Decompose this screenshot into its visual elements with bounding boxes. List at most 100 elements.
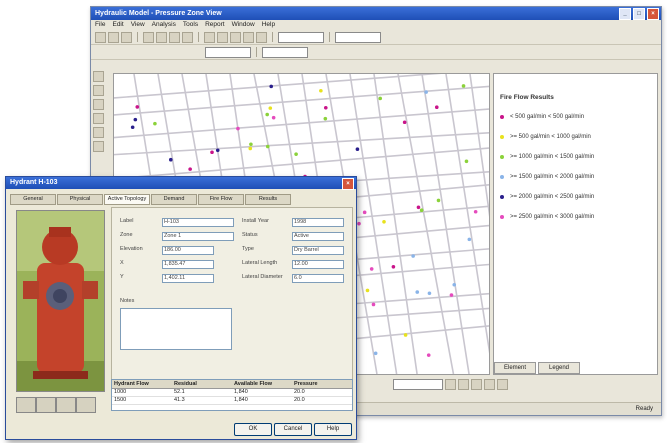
junction-node[interactable] — [378, 96, 383, 101]
junction-node[interactable] — [294, 152, 298, 156]
menu-report[interactable]: Report — [205, 20, 225, 30]
junction-node[interactable] — [248, 146, 253, 151]
junction-node[interactable] — [215, 148, 220, 153]
junction-node[interactable] — [133, 117, 138, 122]
junction-node[interactable] — [268, 106, 273, 110]
junction-node[interactable] — [365, 288, 370, 293]
junction-node[interactable] — [271, 115, 276, 120]
photo-add-button[interactable] — [56, 397, 76, 413]
zoom-in-icon[interactable] — [204, 31, 215, 43]
tab-general[interactable]: General — [10, 194, 56, 205]
junction-node[interactable] — [391, 264, 396, 269]
new-icon[interactable] — [95, 31, 106, 43]
junction-node[interactable] — [369, 267, 374, 271]
junction-node[interactable] — [419, 208, 424, 213]
layer-combo[interactable] — [335, 31, 381, 43]
junction-node[interactable] — [135, 105, 140, 109]
junction-node[interactable] — [464, 159, 469, 164]
cancel-button[interactable]: Cancel — [274, 423, 312, 436]
measure-icon[interactable] — [458, 378, 469, 390]
junction-node[interactable] — [362, 210, 367, 215]
junction-node[interactable] — [426, 353, 431, 357]
pipe-segment[interactable] — [114, 85, 489, 116]
table-row[interactable]: 1500 41.3 1,840 20.0 — [112, 397, 352, 405]
tab-demand[interactable]: Demand — [151, 194, 197, 205]
junction-node[interactable] — [402, 120, 407, 125]
scale-field[interactable] — [393, 378, 443, 390]
undo-icon[interactable] — [182, 31, 193, 43]
photo-remove-button[interactable] — [76, 397, 96, 413]
tab-element[interactable]: Element — [494, 362, 536, 374]
menu-edit[interactable]: Edit — [112, 20, 123, 30]
save-icon[interactable] — [121, 31, 132, 43]
pipe-segment[interactable] — [373, 74, 418, 374]
junction-node[interactable] — [373, 351, 378, 356]
time-combo[interactable] — [262, 46, 308, 58]
junction-node[interactable] — [319, 88, 323, 93]
scenario-combo[interactable] — [278, 31, 324, 43]
junction-node[interactable] — [382, 219, 386, 224]
junction-node[interactable] — [416, 205, 421, 210]
close-icon[interactable]: × — [647, 8, 659, 20]
tab-legend[interactable]: Legend — [538, 362, 580, 374]
print-icon[interactable] — [484, 378, 495, 390]
junction-node[interactable] — [153, 121, 157, 126]
select-icon[interactable] — [93, 71, 104, 82]
junction-node[interactable] — [411, 254, 415, 258]
junction-node[interactable] — [403, 333, 408, 337]
tab-active-topology[interactable]: Active Topology — [104, 194, 150, 205]
compute-icon[interactable] — [243, 31, 254, 43]
draw-icon[interactable] — [445, 378, 456, 390]
junction-icon[interactable] — [93, 99, 104, 110]
pan-icon[interactable] — [230, 31, 241, 43]
junction-node[interactable] — [355, 147, 360, 151]
menu-analysis[interactable]: Analysis — [152, 20, 176, 30]
tank-icon[interactable] — [93, 127, 104, 138]
junction-node[interactable] — [265, 144, 270, 149]
maximize-icon[interactable]: □ — [633, 8, 645, 20]
junction-node[interactable] — [449, 293, 454, 297]
junction-node[interactable] — [424, 90, 428, 94]
annotate-icon[interactable] — [471, 378, 482, 390]
ok-button[interactable]: OK — [234, 423, 272, 436]
tab-results[interactable]: Results — [245, 194, 291, 205]
menu-view[interactable]: View — [131, 20, 145, 30]
junction-node[interactable] — [269, 84, 274, 89]
menu-file[interactable]: File — [95, 20, 105, 30]
junction-node[interactable] — [130, 125, 135, 130]
pipe-segment[interactable] — [114, 74, 489, 99]
notes-input[interactable] — [120, 308, 232, 350]
pipe-icon[interactable] — [93, 85, 104, 96]
results-icon[interactable] — [256, 31, 267, 43]
junction-node[interactable] — [427, 291, 432, 296]
menu-window[interactable]: Window — [232, 20, 255, 30]
export-icon[interactable] — [497, 378, 508, 390]
junction-node[interactable] — [249, 142, 253, 147]
junction-node[interactable] — [467, 237, 472, 242]
minimize-icon[interactable]: _ — [619, 8, 631, 20]
hydrant-icon[interactable] — [93, 113, 104, 124]
menu-tools[interactable]: Tools — [183, 20, 198, 30]
zoom-combo[interactable] — [205, 46, 251, 58]
junction-node[interactable] — [357, 221, 361, 226]
open-icon[interactable] — [108, 31, 119, 43]
tab-physical[interactable]: Physical — [57, 194, 103, 205]
junction-node[interactable] — [236, 126, 240, 131]
pipe-segment[interactable] — [114, 147, 489, 180]
tab-fire-flow[interactable]: Fire Flow — [198, 194, 244, 205]
junction-node[interactable] — [188, 167, 192, 171]
pipe-segment[interactable] — [114, 108, 489, 139]
junction-node[interactable] — [323, 106, 328, 110]
help-button[interactable]: Help — [314, 423, 352, 436]
junction-node[interactable] — [371, 302, 376, 307]
junction-node[interactable] — [168, 157, 173, 162]
photo-next-button[interactable] — [36, 397, 56, 413]
junction-node[interactable] — [323, 116, 328, 121]
junction-node[interactable] — [265, 112, 270, 117]
results-grid[interactable]: Hydrant Flow Residual Available Flow Pre… — [111, 379, 353, 411]
close-icon[interactable]: × — [342, 178, 354, 190]
paste-icon[interactable] — [169, 31, 180, 43]
junction-node[interactable] — [461, 84, 466, 88]
junction-node[interactable] — [452, 282, 457, 287]
junction-node[interactable] — [434, 105, 439, 110]
